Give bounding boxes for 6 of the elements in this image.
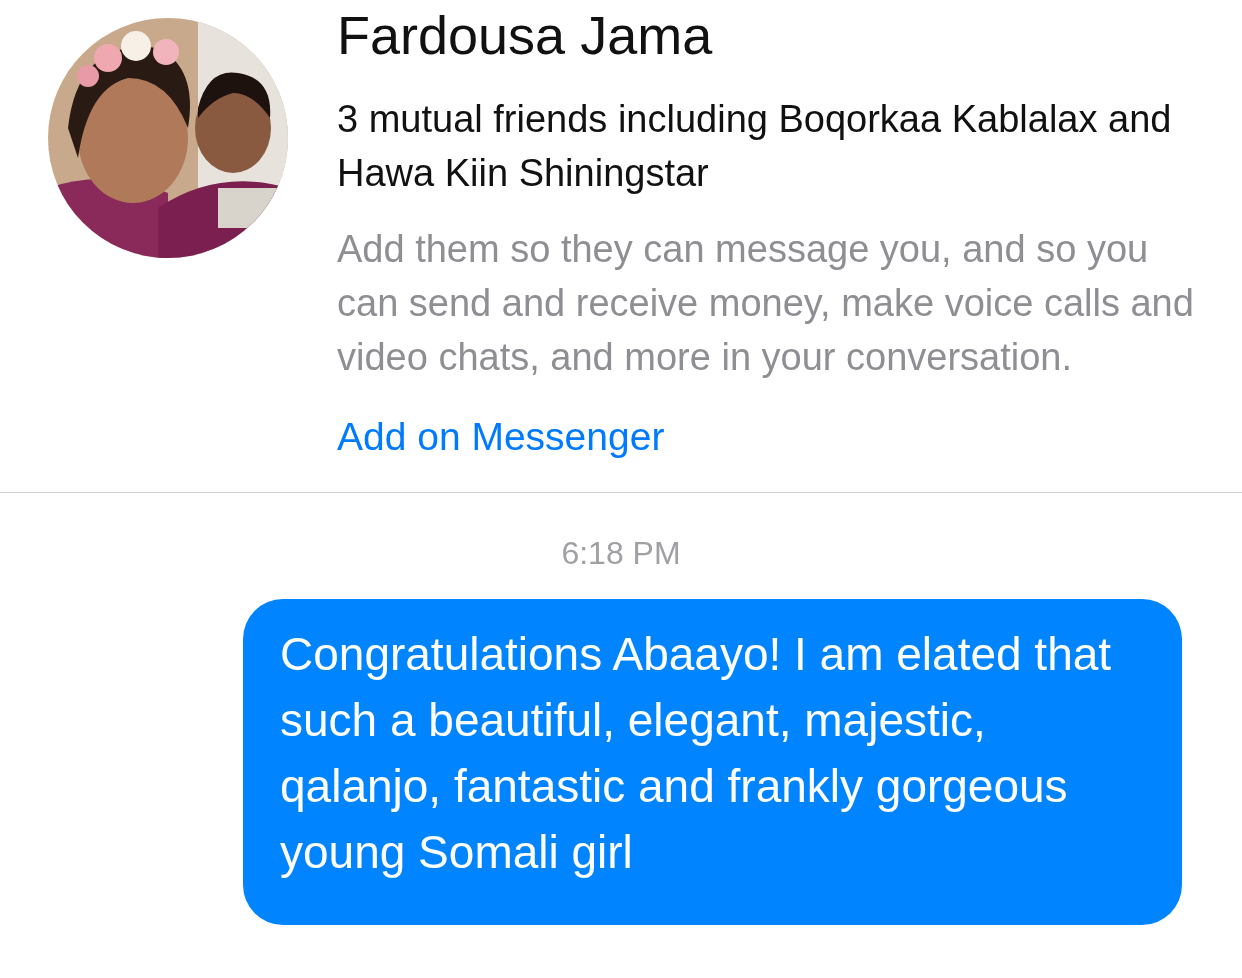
message-bubble: Congratulations Abaayo! I am elated that such a beautiful, elegant, majestic, qalanjo, fantastic and frankly gorgeous young Somali girl bbox=[243, 599, 1182, 925]
add-contact-note: Add them so they can message you, and so you can send and receive money, make voice calls and video chats, and more in your conversation. bbox=[337, 227, 1195, 380]
contact-name: Fardousa Jama bbox=[337, 10, 714, 60]
timestamp: 6:18 PM bbox=[560, 534, 682, 573]
add-on-messenger-link[interactable]: Add on Messenger bbox=[337, 410, 665, 464]
mutual-friends-text: 3 mutual friends including Boqorkaa Kablalax and Hawa Kiin Shiningstar bbox=[337, 97, 1173, 196]
